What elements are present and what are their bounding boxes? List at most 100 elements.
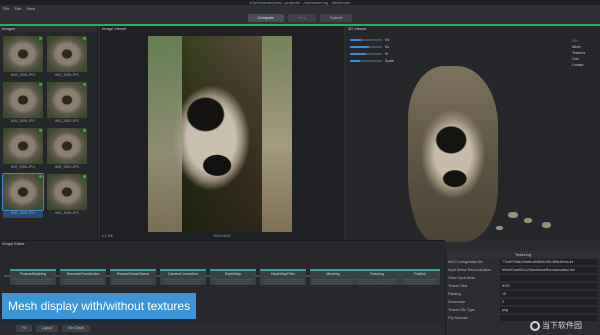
attribute-row: Padding 15 bbox=[446, 290, 600, 298]
status-dot bbox=[83, 37, 86, 40]
status-dot bbox=[39, 129, 42, 132]
attribute-key: Texture Side bbox=[448, 284, 468, 288]
node-depth-map[interactable]: DepthMap bbox=[210, 269, 256, 285]
photo-right-foliage bbox=[262, 36, 292, 232]
attribute-value[interactable]: 8192 bbox=[500, 283, 597, 289]
attributes-title: Texturing bbox=[446, 251, 600, 258]
compute-button[interactable]: Compute bbox=[247, 14, 284, 22]
node-depth-map-filter[interactable]: DepthMapFilter bbox=[260, 269, 306, 285]
watermark: 当下软件园 bbox=[530, 318, 600, 334]
menu-view[interactable]: View bbox=[26, 6, 35, 11]
node-label: DepthMap bbox=[224, 272, 242, 276]
caption-banner: Mesh display with/without textures bbox=[2, 293, 196, 319]
mesh-fragment bbox=[496, 226, 503, 230]
min-depth-button[interactable]: Min Depth bbox=[62, 325, 91, 332]
thumbnail[interactable]: IMG_3055.JPG bbox=[47, 36, 87, 80]
toolbar: Compute Stop Submit bbox=[0, 12, 600, 24]
menu-file[interactable]: File bbox=[3, 6, 9, 11]
menu-edit[interactable]: Edit bbox=[14, 6, 21, 11]
node-ports bbox=[357, 279, 397, 285]
attribute-row: Texture Side 8192 bbox=[446, 282, 600, 290]
thumbnail[interactable]: IMG_3054.JPG bbox=[3, 82, 43, 126]
attribute-key: Other Input Mesh bbox=[448, 276, 476, 280]
node-label: Publish bbox=[414, 272, 426, 276]
fit-button[interactable]: Fit bbox=[16, 325, 32, 332]
ks-slider[interactable] bbox=[350, 45, 382, 48]
status-dot bbox=[39, 37, 42, 40]
thumbnail[interactable]: IMG_3053.JPG bbox=[47, 82, 87, 126]
thumbnail-image bbox=[2, 173, 44, 211]
kd-slider[interactable] bbox=[350, 38, 382, 41]
node-texturing[interactable]: Texturing bbox=[354, 269, 400, 285]
textured-mesh[interactable] bbox=[408, 66, 498, 242]
thumbnail[interactable]: IMG_3056.JPG bbox=[3, 36, 43, 80]
attribute-value[interactable]: 694e87ca0641c2f4cc/denseReconstruction.b… bbox=[500, 267, 597, 273]
graph-editor-title: Graph Editor bbox=[0, 241, 445, 247]
thumbnail-caption: IMG_3051.JPG bbox=[54, 165, 80, 169]
scale-slider[interactable] bbox=[350, 59, 382, 62]
status-dot bbox=[39, 83, 42, 86]
node-label: Meshing bbox=[326, 272, 340, 276]
thumbnail-image bbox=[47, 82, 87, 118]
slider-label: Ks bbox=[385, 44, 390, 49]
node-label: DepthMapFilter bbox=[271, 272, 295, 276]
node-camera-connection[interactable]: CameraConnection bbox=[160, 269, 206, 285]
node-prepare-dense-scene[interactable]: PrepareDenseScene bbox=[110, 269, 156, 285]
layout-button[interactable]: Layout bbox=[35, 325, 59, 332]
node-ports bbox=[213, 279, 253, 285]
image-resolution: 3024x4032 bbox=[213, 234, 231, 238]
kf-slider[interactable] bbox=[350, 52, 382, 55]
thumbnail-image bbox=[3, 36, 43, 72]
attribute-row: Input Dense Reconstruction 694e87ca0641c2… bbox=[446, 266, 600, 274]
slider-label: Kf bbox=[385, 51, 389, 56]
toggle-locator[interactable]: Locator bbox=[572, 62, 600, 68]
slider-row: Kd bbox=[350, 36, 394, 43]
slider-row: Kf bbox=[350, 50, 394, 57]
node-ports bbox=[263, 279, 303, 285]
thumbnail-image bbox=[3, 128, 43, 164]
mesh-fragment bbox=[542, 222, 551, 228]
thumbnail-caption: IMG_3055.JPG bbox=[54, 73, 80, 77]
attribute-row: Downscale 2 bbox=[446, 298, 600, 306]
attribute-value[interactable]: 2 bbox=[500, 299, 597, 305]
attribute-value[interactable]: png bbox=[500, 307, 597, 313]
status-dot bbox=[83, 129, 86, 132]
status-dot bbox=[83, 175, 86, 178]
graph-editor: Graph Editor FeatureMatching StructureFr… bbox=[0, 240, 445, 335]
node-ports bbox=[313, 279, 353, 285]
node-ports bbox=[163, 279, 203, 285]
thumbnail-selected[interactable]: IMG_3050.JPG bbox=[2, 173, 44, 218]
node-structure-from-motion[interactable]: StructureFromMotion bbox=[60, 269, 106, 285]
node-publish[interactable]: Publish bbox=[400, 269, 440, 285]
attribute-value[interactable] bbox=[500, 275, 597, 281]
node-feature-matching[interactable]: FeatureMatching bbox=[10, 269, 56, 285]
display-toggles: SfM Mesh Textures Grid Locator bbox=[572, 38, 600, 68]
node-meshing[interactable]: Meshing bbox=[310, 269, 356, 285]
node-label: StructureFromMotion bbox=[66, 272, 100, 276]
attribute-key: Padding bbox=[448, 292, 461, 296]
thumbnail-caption: IMG_3049.JPG bbox=[54, 211, 80, 215]
node-label: PrepareDenseScene bbox=[116, 272, 150, 276]
node-ports bbox=[403, 279, 437, 285]
submit-button[interactable]: Submit bbox=[320, 14, 353, 22]
watermark-logo-icon bbox=[530, 320, 540, 331]
stop-button[interactable]: Stop bbox=[287, 14, 316, 22]
thumbnail[interactable]: IMG_3049.JPG bbox=[47, 174, 87, 218]
image-viewer-title: Image Viewer bbox=[100, 26, 344, 32]
attribute-key: MVS Configuration file bbox=[448, 260, 483, 264]
thumbnail[interactable]: IMG_3052.JPG bbox=[3, 128, 43, 172]
thumbnail-grid: IMG_3056.JPG IMG_3055.JPG IMG_3054.JPG I… bbox=[2, 36, 91, 248]
slider-label: Scale bbox=[385, 58, 394, 63]
watermark-text: 当下软件园 bbox=[542, 321, 582, 330]
graph-bottom-bar: Fit Layout Min Depth bbox=[0, 322, 445, 335]
thumbnail[interactable]: IMG_3051.JPG bbox=[47, 128, 87, 172]
light-sliders: Kd Ks Kf Scale bbox=[350, 36, 394, 64]
thumbnail-image bbox=[3, 82, 43, 118]
attribute-value[interactable]: 15 bbox=[500, 291, 597, 297]
attribute-value[interactable]: 77bd57266c22b6bcc60f6f3c301485c3/mvs.ini bbox=[500, 259, 597, 265]
thumbnail-image bbox=[47, 174, 87, 210]
slider-label: Kd bbox=[385, 37, 390, 42]
viewer-3d: 3D Viewer Kd Ks Kf Scale SfM Mesh Textur… bbox=[346, 26, 600, 242]
attribute-row: Texture File Type png bbox=[446, 306, 600, 314]
node-ports bbox=[13, 279, 53, 285]
